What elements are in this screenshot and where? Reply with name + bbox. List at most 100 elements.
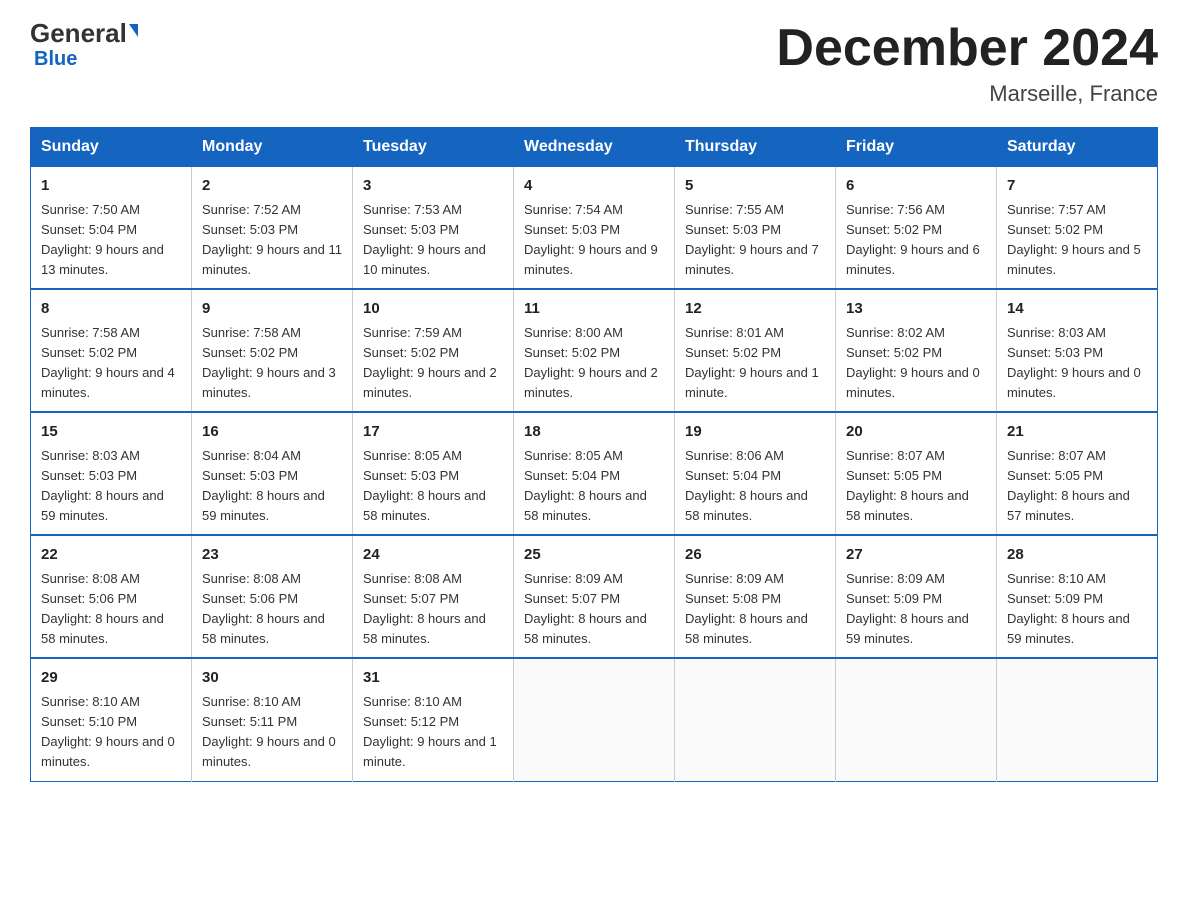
table-row: 2Sunrise: 7:52 AMSunset: 5:03 PMDaylight… xyxy=(192,167,353,290)
calendar-table: Sunday Monday Tuesday Wednesday Thursday… xyxy=(30,127,1158,781)
day-info: Sunrise: 8:07 AMSunset: 5:05 PMDaylight:… xyxy=(846,446,986,527)
day-info: Sunrise: 8:09 AMSunset: 5:07 PMDaylight:… xyxy=(524,569,664,650)
day-number: 7 xyxy=(1007,175,1147,198)
day-info: Sunrise: 8:07 AMSunset: 5:05 PMDaylight:… xyxy=(1007,446,1147,527)
table-row: 31Sunrise: 8:10 AMSunset: 5:12 PMDayligh… xyxy=(353,658,514,781)
day-info: Sunrise: 8:03 AMSunset: 5:03 PMDaylight:… xyxy=(1007,323,1147,404)
day-info: Sunrise: 8:05 AMSunset: 5:04 PMDaylight:… xyxy=(524,446,664,527)
calendar-header-row: Sunday Monday Tuesday Wednesday Thursday… xyxy=(31,128,1158,167)
day-number: 6 xyxy=(846,175,986,198)
day-info: Sunrise: 8:06 AMSunset: 5:04 PMDaylight:… xyxy=(685,446,825,527)
day-info: Sunrise: 7:54 AMSunset: 5:03 PMDaylight:… xyxy=(524,200,664,281)
day-number: 23 xyxy=(202,544,342,567)
day-info: Sunrise: 8:04 AMSunset: 5:03 PMDaylight:… xyxy=(202,446,342,527)
day-info: Sunrise: 8:08 AMSunset: 5:06 PMDaylight:… xyxy=(202,569,342,650)
day-info: Sunrise: 8:10 AMSunset: 5:12 PMDaylight:… xyxy=(363,692,503,773)
calendar-week-row: 22Sunrise: 8:08 AMSunset: 5:06 PMDayligh… xyxy=(31,535,1158,658)
logo-blue: Blue xyxy=(34,48,77,71)
day-number: 29 xyxy=(41,667,181,690)
day-number: 28 xyxy=(1007,544,1147,567)
table-row: 6Sunrise: 7:56 AMSunset: 5:02 PMDaylight… xyxy=(836,167,997,290)
col-saturday: Saturday xyxy=(997,128,1158,167)
day-info: Sunrise: 7:50 AMSunset: 5:04 PMDaylight:… xyxy=(41,200,181,281)
table-row: 26Sunrise: 8:09 AMSunset: 5:08 PMDayligh… xyxy=(675,535,836,658)
day-number: 20 xyxy=(846,421,986,444)
table-row: 3Sunrise: 7:53 AMSunset: 5:03 PMDaylight… xyxy=(353,167,514,290)
col-monday: Monday xyxy=(192,128,353,167)
day-info: Sunrise: 7:52 AMSunset: 5:03 PMDaylight:… xyxy=(202,200,342,281)
day-number: 9 xyxy=(202,298,342,321)
day-number: 31 xyxy=(363,667,503,690)
day-info: Sunrise: 8:02 AMSunset: 5:02 PMDaylight:… xyxy=(846,323,986,404)
table-row: 17Sunrise: 8:05 AMSunset: 5:03 PMDayligh… xyxy=(353,412,514,535)
day-number: 25 xyxy=(524,544,664,567)
day-number: 13 xyxy=(846,298,986,321)
day-info: Sunrise: 8:05 AMSunset: 5:03 PMDaylight:… xyxy=(363,446,503,527)
table-row: 22Sunrise: 8:08 AMSunset: 5:06 PMDayligh… xyxy=(31,535,192,658)
calendar-week-row: 29Sunrise: 8:10 AMSunset: 5:10 PMDayligh… xyxy=(31,658,1158,781)
title-area: December 2024 Marseille, France xyxy=(776,20,1158,107)
table-row xyxy=(997,658,1158,781)
day-info: Sunrise: 8:03 AMSunset: 5:03 PMDaylight:… xyxy=(41,446,181,527)
day-number: 14 xyxy=(1007,298,1147,321)
day-number: 26 xyxy=(685,544,825,567)
day-number: 18 xyxy=(524,421,664,444)
table-row: 30Sunrise: 8:10 AMSunset: 5:11 PMDayligh… xyxy=(192,658,353,781)
table-row xyxy=(836,658,997,781)
day-info: Sunrise: 7:58 AMSunset: 5:02 PMDaylight:… xyxy=(41,323,181,404)
table-row: 13Sunrise: 8:02 AMSunset: 5:02 PMDayligh… xyxy=(836,289,997,412)
calendar-week-row: 1Sunrise: 7:50 AMSunset: 5:04 PMDaylight… xyxy=(31,167,1158,290)
table-row: 8Sunrise: 7:58 AMSunset: 5:02 PMDaylight… xyxy=(31,289,192,412)
day-info: Sunrise: 7:57 AMSunset: 5:02 PMDaylight:… xyxy=(1007,200,1147,281)
day-number: 19 xyxy=(685,421,825,444)
table-row: 25Sunrise: 8:09 AMSunset: 5:07 PMDayligh… xyxy=(514,535,675,658)
table-row: 20Sunrise: 8:07 AMSunset: 5:05 PMDayligh… xyxy=(836,412,997,535)
table-row: 23Sunrise: 8:08 AMSunset: 5:06 PMDayligh… xyxy=(192,535,353,658)
page-header: General Blue December 2024 Marseille, Fr… xyxy=(30,20,1158,107)
day-number: 12 xyxy=(685,298,825,321)
day-number: 1 xyxy=(41,175,181,198)
col-thursday: Thursday xyxy=(675,128,836,167)
day-number: 2 xyxy=(202,175,342,198)
day-number: 5 xyxy=(685,175,825,198)
month-title: December 2024 xyxy=(776,20,1158,77)
day-number: 24 xyxy=(363,544,503,567)
day-info: Sunrise: 8:08 AMSunset: 5:07 PMDaylight:… xyxy=(363,569,503,650)
day-number: 10 xyxy=(363,298,503,321)
day-info: Sunrise: 8:10 AMSunset: 5:10 PMDaylight:… xyxy=(41,692,181,773)
day-number: 15 xyxy=(41,421,181,444)
day-number: 17 xyxy=(363,421,503,444)
col-tuesday: Tuesday xyxy=(353,128,514,167)
day-info: Sunrise: 8:09 AMSunset: 5:09 PMDaylight:… xyxy=(846,569,986,650)
day-number: 11 xyxy=(524,298,664,321)
col-sunday: Sunday xyxy=(31,128,192,167)
table-row: 5Sunrise: 7:55 AMSunset: 5:03 PMDaylight… xyxy=(675,167,836,290)
table-row: 27Sunrise: 8:09 AMSunset: 5:09 PMDayligh… xyxy=(836,535,997,658)
logo-general: General xyxy=(30,18,127,48)
day-info: Sunrise: 8:09 AMSunset: 5:08 PMDaylight:… xyxy=(685,569,825,650)
day-info: Sunrise: 7:55 AMSunset: 5:03 PMDaylight:… xyxy=(685,200,825,281)
table-row: 19Sunrise: 8:06 AMSunset: 5:04 PMDayligh… xyxy=(675,412,836,535)
table-row: 4Sunrise: 7:54 AMSunset: 5:03 PMDaylight… xyxy=(514,167,675,290)
day-info: Sunrise: 8:10 AMSunset: 5:11 PMDaylight:… xyxy=(202,692,342,773)
table-row xyxy=(675,658,836,781)
location: Marseille, France xyxy=(776,81,1158,107)
table-row: 29Sunrise: 8:10 AMSunset: 5:10 PMDayligh… xyxy=(31,658,192,781)
col-wednesday: Wednesday xyxy=(514,128,675,167)
table-row: 12Sunrise: 8:01 AMSunset: 5:02 PMDayligh… xyxy=(675,289,836,412)
logo-text: General xyxy=(30,20,138,46)
day-info: Sunrise: 8:01 AMSunset: 5:02 PMDaylight:… xyxy=(685,323,825,404)
table-row: 18Sunrise: 8:05 AMSunset: 5:04 PMDayligh… xyxy=(514,412,675,535)
calendar-week-row: 8Sunrise: 7:58 AMSunset: 5:02 PMDaylight… xyxy=(31,289,1158,412)
day-info: Sunrise: 8:08 AMSunset: 5:06 PMDaylight:… xyxy=(41,569,181,650)
logo: General Blue xyxy=(30,20,138,71)
table-row: 7Sunrise: 7:57 AMSunset: 5:02 PMDaylight… xyxy=(997,167,1158,290)
day-number: 16 xyxy=(202,421,342,444)
table-row: 9Sunrise: 7:58 AMSunset: 5:02 PMDaylight… xyxy=(192,289,353,412)
day-number: 8 xyxy=(41,298,181,321)
day-number: 22 xyxy=(41,544,181,567)
table-row: 1Sunrise: 7:50 AMSunset: 5:04 PMDaylight… xyxy=(31,167,192,290)
day-info: Sunrise: 7:58 AMSunset: 5:02 PMDaylight:… xyxy=(202,323,342,404)
day-info: Sunrise: 8:00 AMSunset: 5:02 PMDaylight:… xyxy=(524,323,664,404)
table-row: 21Sunrise: 8:07 AMSunset: 5:05 PMDayligh… xyxy=(997,412,1158,535)
